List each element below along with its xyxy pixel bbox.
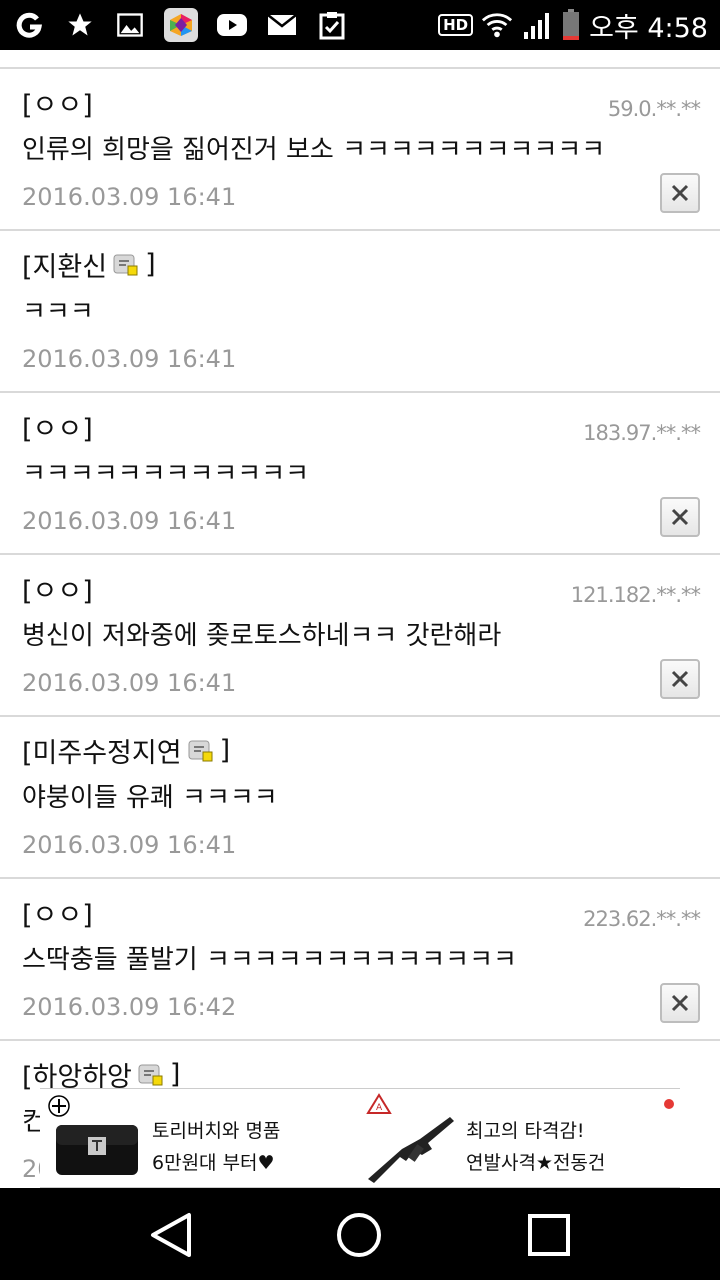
- navigation-bar: [0, 1188, 720, 1280]
- delete-comment-button[interactable]: [660, 659, 700, 699]
- delete-comment-button[interactable]: [660, 173, 700, 213]
- member-badge-icon: [138, 1063, 164, 1087]
- close-icon: [671, 184, 689, 202]
- comment-item: [미주수정지연 ] 야붕이들 유쾌 ㅋㅋㅋㅋ 2016.03.09 16:41: [0, 717, 720, 879]
- back-icon: [151, 1213, 191, 1257]
- mail-icon: [266, 9, 298, 41]
- comment-author[interactable]: [ㅇㅇ]: [22, 407, 93, 446]
- home-button[interactable]: [334, 1210, 384, 1260]
- comment-author[interactable]: [ㅇㅇ]: [22, 893, 93, 932]
- close-icon: [671, 670, 689, 688]
- author-name[interactable]: [ㅇㅇ]: [22, 893, 93, 932]
- battery-icon: [561, 9, 581, 41]
- author-name[interactable]: [ㅇㅇ]: [22, 407, 93, 446]
- comment-ip: 59.0.**.**: [607, 97, 701, 121]
- comment-text: 병신이 저와중에 좆로토스하네ㅋㅋ 갓란해라: [22, 621, 502, 651]
- ad-indicator-dot: [664, 1099, 674, 1109]
- author-bracket: ]: [145, 249, 156, 280]
- comment-list[interactable]: [ㅇㅇ] 59.0.**.** 인류의 희망을 짊어진거 보소 ㅋㅋㅋㅋㅋㅋㅋㅋ…: [0, 50, 720, 1188]
- youtube-icon: [216, 9, 248, 41]
- author-name[interactable]: [ㅇㅇ]: [22, 83, 93, 122]
- g-app-icon: [14, 9, 46, 41]
- comment-item: [ㅇㅇ] 121.182.**.** 병신이 저와중에 좆로토스하네ㅋㅋ 갓란해…: [0, 555, 720, 717]
- clock: 오후 4:58: [589, 12, 708, 44]
- ad-line: 연발사격★전동건: [466, 1152, 606, 1174]
- ad-line: 6만원대 부터♥: [152, 1152, 275, 1174]
- author-bracket: ]: [219, 735, 231, 766]
- system-status: HD 오후 4:58: [438, 6, 708, 44]
- recents-button[interactable]: [524, 1210, 574, 1260]
- star-icon: [64, 9, 96, 41]
- comment-author[interactable]: [ㅇㅇ]: [22, 569, 93, 608]
- comment-item: [지환신 ] ㅋㅋㅋ 2016.03.09 16:41: [0, 231, 720, 393]
- comment-ip: 183.97.**.**: [583, 421, 701, 445]
- author-name[interactable]: [ㅇㅇ]: [22, 569, 93, 608]
- comment-text: 스딱충들 풀발기 ㅋㅋㅋㅋㅋㅋㅋㅋㅋㅋㅋㅋㅋ: [22, 945, 517, 975]
- close-icon: [671, 508, 689, 526]
- ad-line: 최고의 타격감!: [466, 1120, 585, 1142]
- comment-text: 인류의 희망을 짊어진거 보소 ㅋㅋㅋㅋㅋㅋㅋㅋㅋㅋㅋ: [22, 135, 606, 165]
- close-icon: [671, 994, 689, 1012]
- brand-logo-icon: [48, 1095, 70, 1117]
- comment-text: 야붕이들 유쾌 ㅋㅋㅋㅋ: [22, 783, 278, 813]
- delete-comment-button[interactable]: [660, 497, 700, 537]
- comment-item: [ㅇㅇ] 59.0.**.** 인류의 희망을 짊어진거 보소 ㅋㅋㅋㅋㅋㅋㅋㅋ…: [0, 69, 720, 231]
- ad-copy: 토리버치와 명품 6만원대 부터♥: [152, 1115, 280, 1179]
- gallery-icon: [114, 9, 146, 41]
- status-bar: HD 오후 4:58: [0, 0, 720, 50]
- ad-item-handbag[interactable]: 토리버치와 명품 6만원대 부터♥: [40, 1089, 350, 1189]
- comment-author[interactable]: [미주수정지연 ]: [22, 731, 230, 770]
- divider: [0, 50, 720, 69]
- comment-ip: 223.62.**.**: [583, 907, 701, 931]
- comment-ip: 121.182.**.**: [570, 583, 701, 607]
- app-store-icon: [164, 8, 198, 42]
- delete-comment-button[interactable]: [660, 983, 700, 1023]
- comment-date: 2016.03.09 16:42: [22, 993, 237, 1021]
- comment-date: 2016.03.09 16:41: [22, 669, 237, 697]
- comment-date: 2016.03.09 16:41: [22, 507, 237, 535]
- comment-author[interactable]: [지환신 ]: [22, 245, 156, 284]
- signal-icon: [521, 9, 553, 41]
- notification-icons: [14, 8, 348, 42]
- ad-item-airsoft[interactable]: A 최고의 타격감! 연발사격★전동건: [360, 1089, 680, 1189]
- clipboard-check-icon: [316, 9, 348, 41]
- handbag-icon: [56, 1125, 138, 1175]
- author-name[interactable]: [지환신: [22, 245, 107, 284]
- back-button[interactable]: [146, 1210, 196, 1260]
- comment-text: ㅋㅋㅋㅋㅋㅋㅋㅋㅋㅋㅋㅋ: [22, 459, 310, 489]
- comment-text: ㅋㅋㅋ: [22, 297, 94, 327]
- hd-badge: HD: [438, 14, 474, 36]
- comment-item: [ㅇㅇ] 223.62.**.** 스딱충들 풀발기 ㅋㅋㅋㅋㅋㅋㅋㅋㅋㅋㅋㅋㅋ…: [0, 879, 720, 1041]
- wifi-icon: [481, 9, 513, 41]
- comment-date: 2016.03.09 16:41: [22, 345, 237, 373]
- ad-line: 토리버치와 명품: [152, 1120, 281, 1142]
- comment-author[interactable]: [ㅇㅇ]: [22, 83, 93, 122]
- comment-item: [ㅇㅇ] 183.97.**.** ㅋㅋㅋㅋㅋㅋㅋㅋㅋㅋㅋㅋ 2016.03.0…: [0, 393, 720, 555]
- member-badge-icon: [113, 253, 139, 277]
- comment-date: 2016.03.09 16:41: [22, 183, 237, 211]
- recents-icon: [528, 1214, 570, 1256]
- author-bracket: ]: [169, 1059, 181, 1090]
- comment-date: 2016.03.09 16:41: [22, 831, 237, 859]
- rifle-icon: [368, 1117, 454, 1183]
- member-badge-icon: [188, 739, 214, 763]
- author-name[interactable]: [미주수정지연: [22, 731, 182, 770]
- home-icon: [337, 1213, 381, 1257]
- ad-copy: 최고의 타격감! 연발사격★전동건: [466, 1115, 605, 1179]
- ad-banner[interactable]: 토리버치와 명품 6만원대 부터♥ A 최고의 타격감! 연발사격★전동건: [40, 1088, 680, 1188]
